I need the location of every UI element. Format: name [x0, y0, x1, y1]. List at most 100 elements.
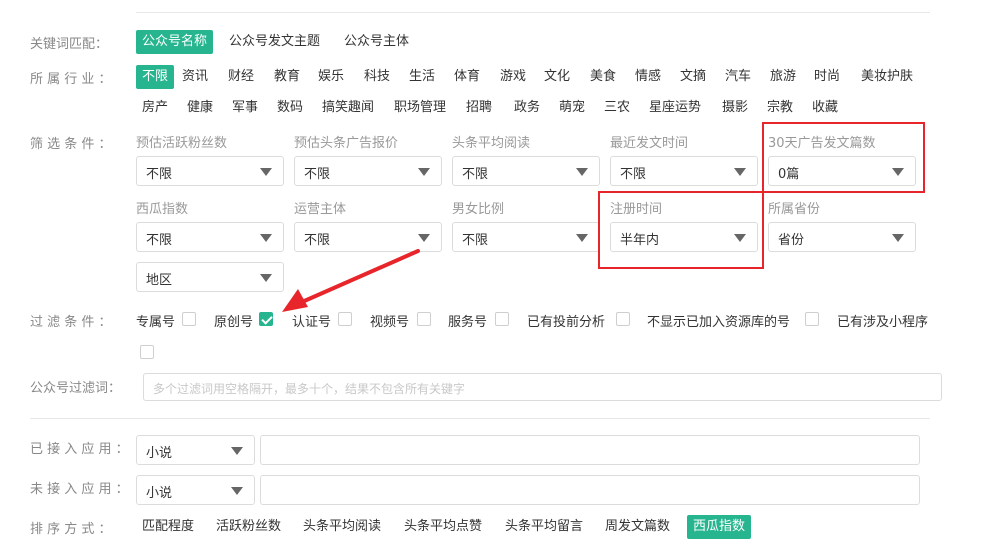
filter-select[interactable]: 不限: [294, 156, 442, 186]
checkbox[interactable]: [259, 312, 273, 326]
industry-option[interactable]: 收藏: [806, 96, 844, 120]
industry-option[interactable]: 汽车: [719, 65, 757, 89]
checkbox[interactable]: [616, 312, 630, 326]
filter-select[interactable]: 不限: [452, 156, 600, 186]
industry-option[interactable]: 资讯: [176, 65, 214, 89]
checkbox[interactable]: [805, 312, 819, 326]
filter-select[interactable]: 不限: [136, 156, 284, 186]
not-connected-label: 未 接 入 应 用 ：: [30, 482, 129, 497]
industry-option[interactable]: 生活: [403, 65, 441, 89]
not-connected-select[interactable]: 小说: [136, 475, 255, 505]
sort-option[interactable]: 西瓜指数: [687, 515, 752, 539]
industry-option[interactable]: 体育: [448, 65, 486, 89]
industry-option[interactable]: 美妆护肤: [855, 65, 919, 89]
check-label: 不显示已加入资源库的号: [647, 315, 791, 330]
industry-label: 所 属 行 业 ：: [30, 72, 112, 87]
industry-option[interactable]: 健康: [181, 96, 219, 120]
connected-select[interactable]: 小说: [136, 435, 255, 465]
industry-option[interactable]: 萌宠: [553, 96, 591, 120]
checkbox[interactable]: [338, 312, 352, 326]
industry-option[interactable]: 科技: [358, 65, 396, 89]
filter-field-label: 头条平均阅读: [452, 136, 531, 151]
keyword-option-topic[interactable]: 公众号发文主题: [223, 30, 326, 54]
keyword-option-owner[interactable]: 公众号主体: [338, 30, 415, 54]
highlight-ad-count: [762, 122, 925, 193]
filter-select-value: 不限: [304, 167, 331, 182]
industry-option[interactable]: 文摘: [674, 65, 712, 89]
chevron-down-icon: [734, 168, 746, 176]
industry-option[interactable]: 数码: [271, 96, 309, 120]
keyword-option-name[interactable]: 公众号名称: [136, 30, 214, 54]
chevron-down-icon: [418, 168, 430, 176]
check-label: 专属号: [136, 315, 176, 330]
industry-option[interactable]: 不限: [136, 65, 175, 89]
industry-option[interactable]: 搞笑趣闻: [316, 96, 380, 120]
filter-select[interactable]: 不限: [610, 156, 758, 186]
checks-label: 过 滤 条 件 ：: [30, 315, 112, 330]
sort-option[interactable]: 匹配程度: [136, 515, 200, 539]
filter-field-label: 西瓜指数: [136, 202, 189, 217]
industry-option[interactable]: 职场管理: [388, 96, 452, 120]
filter-select[interactable]: 省份: [768, 222, 916, 252]
keyword-label: 关键词匹配：: [30, 37, 109, 52]
chevron-down-icon: [260, 234, 272, 242]
connected-select-value: 小说: [146, 446, 173, 461]
red-arrow-icon: [282, 249, 420, 312]
sort-option[interactable]: 头条平均点赞: [398, 515, 488, 539]
check-label: 认证号: [292, 315, 332, 330]
top-divider: [136, 12, 930, 13]
sort-option[interactable]: 头条平均阅读: [297, 515, 387, 539]
not-connected-input[interactable]: [260, 475, 920, 505]
industry-option[interactable]: 旅游: [764, 65, 802, 89]
check-label: 已有涉及小程序: [837, 315, 929, 330]
sort-option[interactable]: 活跃粉丝数: [210, 515, 287, 539]
connected-input[interactable]: [260, 435, 920, 465]
chevron-down-icon: [576, 234, 588, 242]
chevron-down-icon: [576, 168, 588, 176]
filter-select-value: 不限: [462, 167, 489, 182]
industry-option[interactable]: 游戏: [494, 65, 532, 89]
filter-select-value: 不限: [620, 167, 647, 182]
check-label: 原创号: [214, 315, 254, 330]
exclude-input[interactable]: 多个过滤词用空格隔开，最多十个，结果不包含所有关键字: [143, 373, 942, 401]
not-connected-select-value: 小说: [146, 486, 173, 501]
industry-option[interactable]: 娱乐: [312, 65, 350, 89]
check-label: 服务号: [448, 315, 488, 330]
industry-option[interactable]: 美食: [584, 65, 622, 89]
industry-option[interactable]: 摄影: [716, 96, 754, 120]
industry-option[interactable]: 时尚: [808, 65, 846, 89]
checkbox[interactable]: [417, 312, 431, 326]
industry-option[interactable]: 军事: [226, 96, 264, 120]
filter-field-label: 运营主体: [294, 202, 347, 217]
exclude-label: 公众号过滤词：: [30, 381, 122, 396]
sort-option[interactable]: 周发文篇数: [599, 515, 676, 539]
filter-select-value: 不限: [146, 167, 173, 182]
checkbox[interactable]: [495, 312, 509, 326]
industry-option[interactable]: 文化: [538, 65, 576, 89]
sort-label: 排 序 方 式 ：: [30, 522, 112, 537]
sort-option[interactable]: 头条平均留言: [499, 515, 589, 539]
industry-option[interactable]: 星座运势: [643, 96, 707, 120]
filter-select[interactable]: 地区: [136, 262, 284, 292]
industry-option[interactable]: 教育: [268, 65, 306, 89]
industry-option[interactable]: 情感: [629, 65, 667, 89]
filter-field-label: 男女比例: [452, 202, 505, 217]
filter-select[interactable]: 不限: [136, 222, 284, 252]
industry-option[interactable]: 房产: [136, 96, 174, 120]
industry-option[interactable]: 宗教: [761, 96, 799, 120]
section-divider: [30, 418, 930, 419]
industry-option[interactable]: 招聘: [460, 96, 498, 120]
check-label: 已有投前分析: [527, 315, 606, 330]
filter-select-value: 地区: [146, 273, 173, 288]
filter-select[interactable]: 不限: [452, 222, 600, 252]
exclude-placeholder: 多个过滤词用空格隔开，最多十个，结果不包含所有关键字: [153, 382, 466, 396]
connected-label: 已 接 入 应 用 ：: [30, 442, 129, 457]
industry-option[interactable]: 政务: [508, 96, 546, 120]
checkbox[interactable]: [182, 312, 196, 326]
filter-label: 筛 选 条 件 ：: [30, 137, 112, 152]
checkbox[interactable]: [140, 345, 154, 359]
chevron-down-icon: [231, 487, 243, 495]
industry-option[interactable]: 财经: [222, 65, 260, 89]
chevron-down-icon: [260, 274, 272, 282]
industry-option[interactable]: 三农: [598, 96, 636, 120]
